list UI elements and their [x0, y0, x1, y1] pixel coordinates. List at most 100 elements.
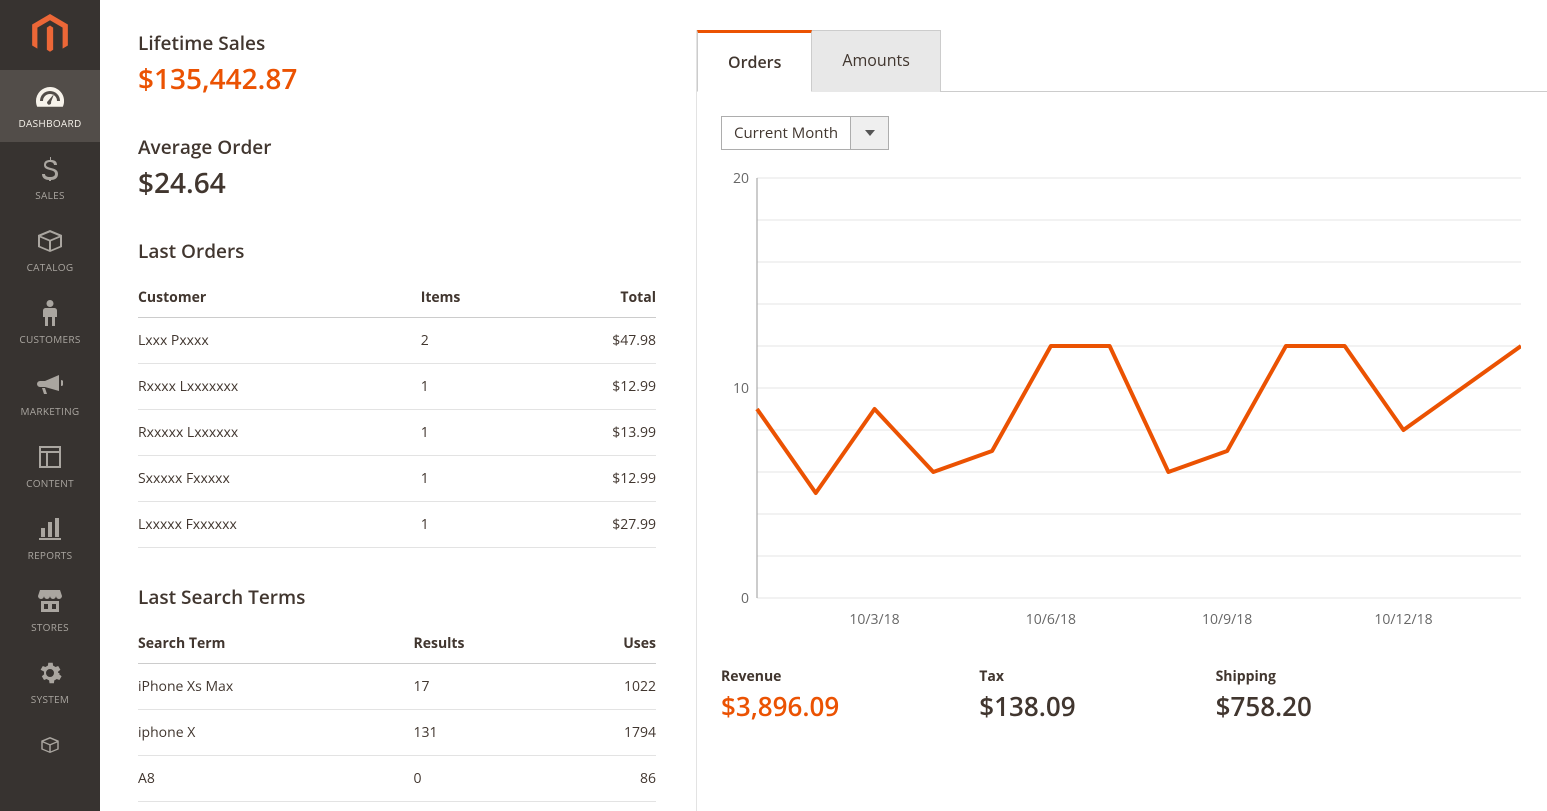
nav-label: MARKETING: [21, 404, 80, 418]
nav-item-dashboard[interactable]: DASHBOARD: [0, 70, 100, 142]
cell-results: 17: [413, 664, 561, 710]
cell-term: iphone X: [138, 710, 413, 756]
nav-item-customers[interactable]: CUSTOMERS: [0, 286, 100, 358]
nav-label: DASHBOARD: [18, 116, 81, 130]
nav-label: CUSTOMERS: [19, 332, 80, 346]
metric-revenue: Revenue $3,896.09: [721, 667, 839, 724]
last-search-title: Last Search Terms: [138, 584, 656, 610]
revenue-value: $3,896.09: [721, 688, 839, 724]
lifetime-sales-value: $135,442.87: [138, 60, 656, 98]
svg-text:10: 10: [733, 379, 749, 398]
col-results: Results: [413, 624, 561, 664]
table-row[interactable]: Rxxxx Lxxxxxxx1$12.99: [138, 364, 656, 410]
table-row[interactable]: A8086: [138, 756, 656, 802]
table-row[interactable]: iphone X1311794: [138, 710, 656, 756]
cell-customer: Sxxxxx Fxxxxx: [138, 456, 421, 502]
svg-text:0: 0: [741, 589, 749, 608]
col-items: Items: [421, 278, 533, 318]
last-search-table: Search Term Results Uses iPhone Xs Max17…: [138, 624, 656, 802]
nav-item-content[interactable]: CONTENT: [0, 430, 100, 502]
lifetime-sales-block: Lifetime Sales $135,442.87: [138, 30, 656, 98]
nav-label: CONTENT: [26, 476, 74, 490]
right-column: Orders Amounts Current Month 0 10 20 10/3/1…: [696, 30, 1547, 811]
cell-total: $12.99: [533, 364, 656, 410]
nav-item-stores[interactable]: STORES: [0, 574, 100, 646]
person-icon: [43, 300, 57, 326]
stores-icon: [38, 588, 62, 614]
cell-total: $47.98: [533, 318, 656, 364]
svg-text:10/3/18: 10/3/18: [849, 610, 899, 629]
shipping-label: Shipping: [1216, 667, 1312, 686]
chart-icon: [39, 516, 61, 542]
layout-icon: [39, 444, 61, 470]
svg-text:10/6/18: 10/6/18: [1026, 610, 1076, 629]
dollar-icon: [42, 156, 58, 182]
period-dropdown[interactable]: Current Month: [721, 116, 889, 150]
col-total: Total: [533, 278, 656, 318]
shipping-value: $758.20: [1216, 688, 1312, 724]
nav-item-system[interactable]: SYSTEM: [0, 646, 100, 718]
summary-metrics: Revenue $3,896.09 Tax $138.09 Shipping $…: [721, 667, 1523, 724]
dashboard-icon: [36, 84, 64, 110]
table-row[interactable]: Sxxxxx Fxxxxx1$12.99: [138, 456, 656, 502]
sidebar: DASHBOARD SALES CATALOG CUSTOMERS MARKET…: [0, 0, 100, 811]
cell-items: 2: [421, 318, 533, 364]
nav-item-sales[interactable]: SALES: [0, 142, 100, 214]
average-order-label: Average Order: [138, 134, 656, 160]
magento-logo-icon: [31, 14, 69, 56]
nav-item-reports[interactable]: REPORTS: [0, 502, 100, 574]
period-selected: Current Month: [722, 123, 850, 143]
revenue-label: Revenue: [721, 667, 839, 686]
tab-amounts[interactable]: Amounts: [812, 30, 941, 92]
left-column: Lifetime Sales $135,442.87 Average Order…: [138, 30, 696, 811]
cell-uses: 1022: [561, 664, 656, 710]
cell-results: 131: [413, 710, 561, 756]
cell-results: 0: [413, 756, 561, 802]
cell-items: 1: [421, 410, 533, 456]
nav-label: REPORTS: [28, 548, 73, 562]
cell-items: 1: [421, 456, 533, 502]
cell-customer: Lxxx Pxxxx: [138, 318, 421, 364]
cell-term: A8: [138, 756, 413, 802]
svg-text:20: 20: [733, 169, 749, 188]
cell-total: $13.99: [533, 410, 656, 456]
col-term: Search Term: [138, 624, 413, 664]
table-row[interactable]: Lxxx Pxxxx2$47.98: [138, 318, 656, 364]
logo-area[interactable]: [0, 0, 100, 70]
nav-item-extensions[interactable]: [0, 718, 100, 770]
cell-items: 1: [421, 364, 533, 410]
cell-customer: Rxxxx Lxxxxxxx: [138, 364, 421, 410]
cell-uses: 1794: [561, 710, 656, 756]
tax-label: Tax: [979, 667, 1075, 686]
tab-orders[interactable]: Orders: [697, 30, 812, 92]
col-customer: Customer: [138, 278, 421, 318]
last-orders-table: Customer Items Total Lxxx Pxxxx2$47.98Rx…: [138, 278, 656, 548]
chart-tabs: Orders Amounts: [697, 30, 1547, 92]
col-uses: Uses: [561, 624, 656, 664]
main-content: Lifetime Sales $135,442.87 Average Order…: [100, 0, 1547, 811]
svg-text:10/12/18: 10/12/18: [1374, 610, 1432, 629]
table-row[interactable]: Lxxxxx Fxxxxxx1$27.99: [138, 502, 656, 548]
cell-total: $12.99: [533, 456, 656, 502]
cell-term: iPhone Xs Max: [138, 664, 413, 710]
caret-down-icon: [865, 130, 875, 136]
nav-label: CATALOG: [27, 260, 74, 274]
orders-line-chart: 0 10 20 10/3/18 10/6/18 10/9/18 10/12/18: [721, 168, 1521, 638]
table-row[interactable]: iPhone Xs Max171022: [138, 664, 656, 710]
average-order-block: Average Order $24.64: [138, 134, 656, 202]
box-icon: [38, 228, 62, 254]
nav-item-marketing[interactable]: MARKETING: [0, 358, 100, 430]
cube-icon: [38, 732, 62, 758]
svg-text:10/9/18: 10/9/18: [1202, 610, 1252, 629]
table-row[interactable]: Rxxxxx Lxxxxxx1$13.99: [138, 410, 656, 456]
tax-value: $138.09: [979, 688, 1075, 724]
megaphone-icon: [37, 372, 63, 398]
cell-uses: 86: [561, 756, 656, 802]
gear-icon: [38, 660, 62, 686]
nav-item-catalog[interactable]: CATALOG: [0, 214, 100, 286]
dropdown-toggle-button[interactable]: [850, 117, 888, 149]
nav-label: SYSTEM: [31, 692, 69, 706]
nav-label: STORES: [31, 620, 69, 634]
nav-label: SALES: [35, 188, 65, 202]
cell-total: $27.99: [533, 502, 656, 548]
